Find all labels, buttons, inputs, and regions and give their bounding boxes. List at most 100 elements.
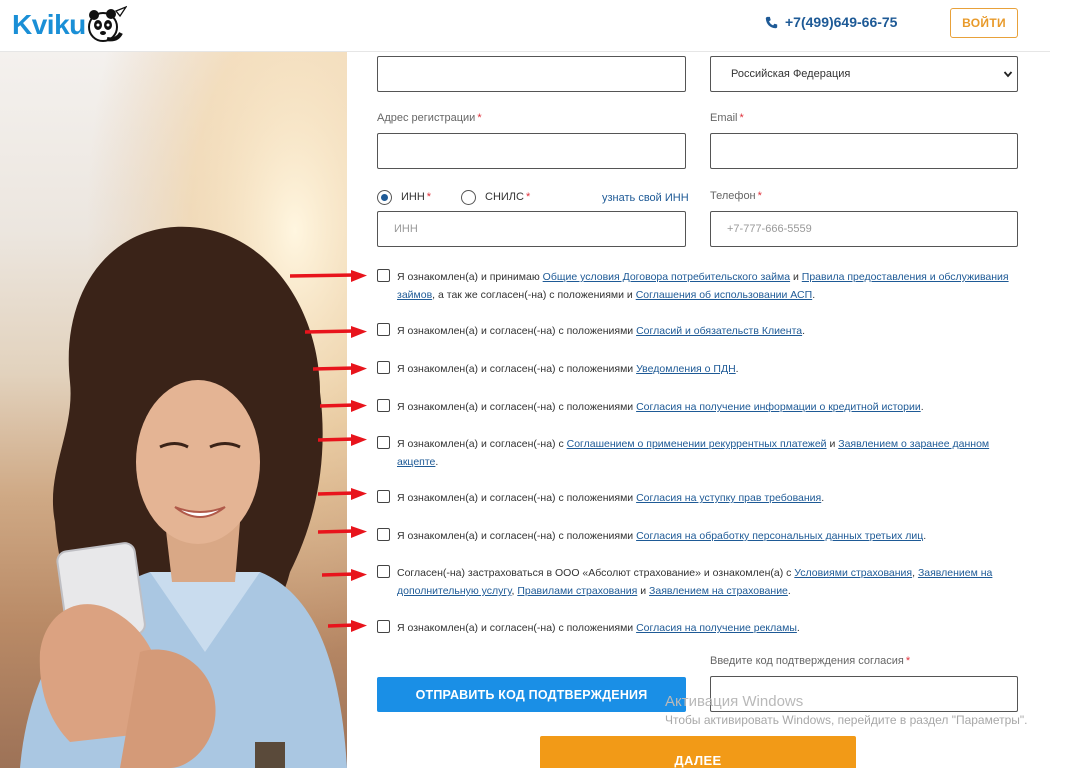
consent-checkbox[interactable] [377, 436, 390, 449]
consent-checkbox[interactable] [377, 490, 390, 503]
phone-label-text: Телефон [710, 190, 756, 202]
consent-text: Я ознакомлен(а) и согласен(-на) с положе… [397, 619, 1027, 637]
email-label: Email * [710, 112, 744, 124]
country-select-value: Российская Федерация [731, 68, 851, 80]
phone-input[interactable]: +7-777-666-5559 [710, 211, 1018, 247]
inn-radio-label: ИНН * [401, 191, 431, 203]
hero-photo [0, 52, 347, 768]
consent-document-link[interactable]: Правилами страхования [517, 585, 637, 597]
consent-text-part: , а так же согласен(-на) с положениями и [432, 289, 636, 301]
previous-field-input[interactable] [377, 56, 686, 92]
consent-text-part: Я ознакомлен(а) и согласен(-на) с положе… [397, 622, 637, 634]
consent-text-part: Я ознакомлен(а) и согласен(-на) с [397, 438, 567, 450]
consent-text-part: Я ознакомлен(а) и согласен(-на) с положе… [397, 401, 637, 413]
inn-radio[interactable] [377, 190, 392, 205]
inn-input-placeholder: ИНН [394, 223, 418, 235]
snils-radio-label: СНИЛС * [485, 191, 530, 203]
consent-text-part: . [435, 456, 439, 468]
consent-text: Я ознакомлен(а) и принимаю Общие условия… [397, 268, 1027, 304]
inn-input[interactable]: ИНН [377, 211, 686, 247]
red-arrow-icon [313, 363, 367, 375]
consent-text-part: . [812, 289, 816, 301]
consent-text: Я ознакомлен(а) и согласен(-на) с Соглаш… [397, 435, 1027, 471]
red-arrow-icon [320, 400, 367, 412]
consent-text: Я ознакомлен(а) и согласен(-на) с положе… [397, 489, 1027, 507]
consent-text: Я ознакомлен(а) и согласен(-на) с положе… [397, 398, 1027, 416]
inn-radio-label-text: ИНН [401, 191, 425, 203]
red-arrow-icon [322, 569, 367, 581]
logo-text: Kviku [12, 9, 86, 40]
consent-checkbox[interactable] [377, 620, 390, 633]
watermark-subtitle: Чтобы активировать Windows, перейдите в … [665, 713, 1028, 727]
consent-text: Согласен(-на) застраховаться в ООО «Абсо… [397, 564, 1027, 600]
consent-checkbox[interactable] [377, 269, 390, 282]
windows-activation-watermark: Активация Windows Чтобы активировать Win… [665, 693, 1028, 727]
site-header: Kviku +7(499)649-66-75 ВОЙТИ [0, 0, 1050, 52]
phone-input-placeholder: +7-777-666-5559 [727, 223, 812, 235]
code-label-text: Введите код подтверждения согласия [710, 655, 904, 667]
consent-document-link[interactable]: Условиями страхования [794, 567, 912, 579]
consent-document-link[interactable]: Согласия на получение информации о креди… [636, 401, 921, 413]
email-input[interactable] [710, 133, 1018, 169]
required-mark: * [739, 112, 744, 124]
panda-mascot-icon [87, 5, 127, 42]
consent-text-part: Я ознакомлен(а) и принимаю [397, 271, 543, 283]
consent-text-part: и [790, 271, 802, 283]
consent-text-part: и [637, 585, 650, 597]
consent-document-link[interactable]: Соглашением о применении рекуррентных пл… [567, 438, 827, 450]
red-arrow-icon [318, 434, 367, 446]
consent-text: Я ознакомлен(а) и согласен(-на) с положе… [397, 360, 1027, 378]
address-label-text: Адрес регистрации [377, 112, 476, 124]
consent-checkbox[interactable] [377, 323, 390, 336]
address-input[interactable] [377, 133, 686, 169]
snils-radio-label-text: СНИЛС [485, 191, 524, 203]
phone-contact[interactable]: +7(499)649-66-75 [765, 14, 897, 30]
next-button[interactable]: ДАЛЕЕ [540, 736, 856, 768]
consent-document-link[interactable]: Согласий и обязательств Клиента [636, 325, 802, 337]
phone-label: Телефон * [710, 190, 762, 202]
consent-text-part: Я ознакомлен(а) и согласен(-на) с положе… [397, 530, 637, 542]
consent-document-link[interactable]: Уведомления о ПДН [636, 363, 736, 375]
phone-icon [765, 16, 778, 28]
consent-document-link[interactable]: Заявлением на страхование [649, 585, 788, 597]
consent-checkbox[interactable] [377, 528, 390, 541]
consent-text-part: Согласен(-на) застраховаться в ООО «Абсо… [397, 567, 795, 579]
country-select[interactable]: Российская Федерация [710, 56, 1018, 92]
consent-text-part: и [826, 438, 839, 450]
red-arrow-icon [305, 326, 367, 338]
logo[interactable]: Kviku [12, 5, 127, 45]
consent-text-part: . [923, 530, 927, 542]
consent-checkbox[interactable] [377, 565, 390, 578]
required-mark: * [905, 655, 911, 667]
red-arrow-icon [328, 620, 367, 632]
consent-document-link[interactable]: Соглашения об использовании АСП [636, 289, 812, 301]
snils-radio[interactable] [461, 190, 476, 205]
red-arrow-icon [290, 270, 367, 282]
send-code-button[interactable]: ОТПРАВИТЬ КОД ПОДТВЕРЖДЕНИЯ [377, 677, 686, 712]
required-mark: * [426, 191, 432, 203]
red-arrow-icon [318, 526, 367, 538]
consent-text-part: . [802, 325, 806, 337]
consent-text-part: Я ознакомлен(а) и согласен(-на) с положе… [397, 325, 637, 337]
consent-text-part: Я ознакомлен(а) и согласен(-на) с положе… [397, 363, 637, 375]
consent-checkbox[interactable] [377, 399, 390, 412]
address-label: Адрес регистрации * [377, 112, 482, 124]
red-arrow-icon [318, 488, 367, 500]
required-mark: * [477, 112, 482, 124]
email-label-text: Email [710, 112, 738, 124]
consent-text-part: . [821, 492, 825, 504]
consent-document-link[interactable]: Согласия на обработку персональных данны… [636, 530, 923, 542]
consent-text-part: . [920, 401, 924, 413]
consent-text-part: . [735, 363, 739, 375]
consent-document-link[interactable]: Общие условия Договора потребительского … [543, 271, 790, 283]
required-mark: * [525, 191, 531, 203]
consent-text-part: Я ознакомлен(а) и согласен(-на) с положе… [397, 492, 637, 504]
find-inn-link[interactable]: узнать свой ИНН [602, 192, 689, 204]
woman-with-phone-illustration [0, 52, 347, 768]
consent-checkbox[interactable] [377, 361, 390, 374]
code-label: Введите код подтверждения согласия * [710, 655, 910, 667]
consent-document-link[interactable]: Согласия на уступку прав требования [636, 492, 821, 504]
login-button[interactable]: ВОЙТИ [950, 8, 1018, 38]
consent-document-link[interactable]: Согласия на получение рекламы [636, 622, 797, 634]
consent-text-part: . [796, 622, 800, 634]
